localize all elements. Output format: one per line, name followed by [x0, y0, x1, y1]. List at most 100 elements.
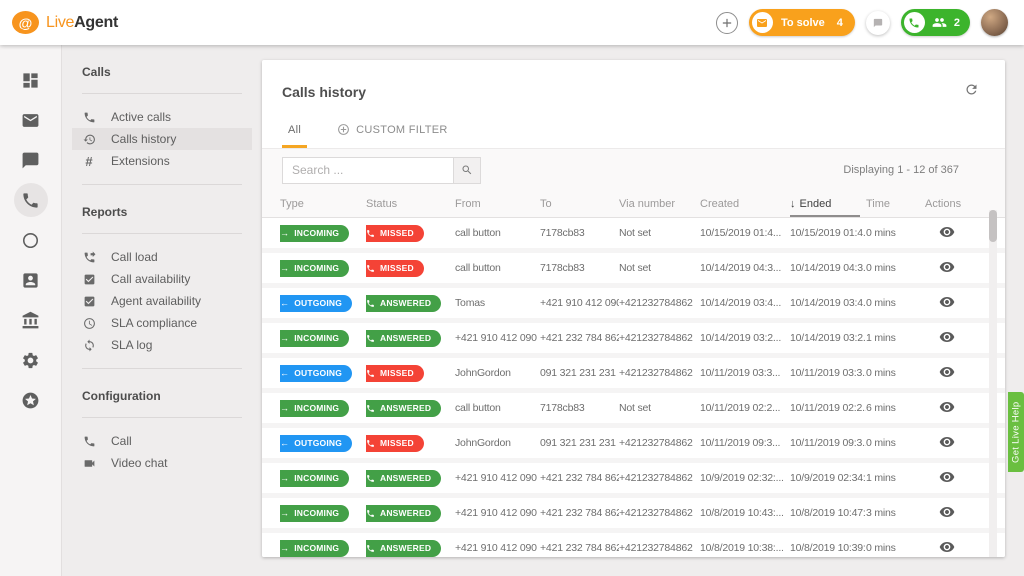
- column-to[interactable]: To: [540, 198, 619, 210]
- to-cell: 7178cb83: [540, 402, 585, 414]
- get-live-help-button[interactable]: Get Live Help: [1008, 392, 1024, 472]
- table-scrollbar[interactable]: [989, 210, 997, 557]
- rail-calls-icon[interactable]: [13, 183, 48, 217]
- to-cell: +421 232 784 862: [540, 542, 619, 554]
- call-type-badge: ← OUTGOING: [280, 294, 353, 312]
- nav-item-call-availability[interactable]: Call availability: [72, 268, 252, 290]
- search-input[interactable]: [282, 156, 454, 184]
- time-cell: 0 mins: [866, 367, 896, 379]
- nav-item-call-load[interactable]: Call load: [72, 246, 252, 268]
- nav-item-sla-log[interactable]: SLA log: [72, 334, 252, 356]
- nav-item-sla-compliance[interactable]: SLA compliance: [72, 312, 252, 334]
- view-call-icon[interactable]: [939, 399, 955, 415]
- table-row[interactable]: → INCOMING ANSWERED +421 910 412 090 +421 23…: [262, 463, 1005, 493]
- checkbox-icon: [82, 273, 96, 286]
- time-cell: 0 mins: [866, 227, 896, 239]
- from-cell: call button: [455, 402, 501, 414]
- to-cell: +421 910 412 090: [540, 297, 619, 309]
- rail-settings-icon[interactable]: [14, 343, 48, 377]
- divider: [82, 368, 242, 369]
- refresh-icon[interactable]: [964, 82, 979, 102]
- type-cell: ← OUTGOING: [280, 294, 366, 312]
- table-row[interactable]: → INCOMING ANSWERED +421 910 412 090 +421 23…: [262, 533, 1005, 557]
- tab-all[interactable]: All: [282, 115, 308, 148]
- from-cell: +421 910 412 090: [455, 542, 537, 554]
- nav-item-extensions[interactable]: # Extensions: [72, 150, 252, 172]
- view-call-icon[interactable]: [939, 259, 955, 275]
- view-call-icon[interactable]: [939, 469, 955, 485]
- logo-text: LiveAgent: [46, 13, 118, 31]
- rail-badges-icon[interactable]: [14, 383, 48, 417]
- type-cell: → INCOMING: [280, 399, 366, 417]
- view-call-icon[interactable]: [939, 504, 955, 520]
- rail-contacts-icon[interactable]: [14, 263, 48, 297]
- call-type-badge: → INCOMING: [280, 539, 350, 557]
- liveagent-logo[interactable]: @ LiveAgent: [12, 11, 118, 34]
- via-cell: +421232784862: [619, 367, 693, 379]
- outgoing-arrow-icon: ←: [280, 297, 290, 308]
- column-time[interactable]: Time: [866, 198, 925, 210]
- nav-item-call-config[interactable]: Call: [72, 430, 252, 452]
- to-solve-count: 4: [836, 16, 843, 29]
- ended-cell: 10/14/2019 03:2...: [790, 332, 866, 344]
- incoming-arrow-icon: →: [280, 472, 290, 483]
- table-row[interactable]: ← OUTGOING MISSED JohnGordon 091 321 231 231…: [262, 358, 1005, 388]
- view-call-icon[interactable]: [939, 224, 955, 240]
- side-navigation: Calls Active calls Calls history # Exten…: [62, 45, 262, 576]
- tab-custom-filter[interactable]: CUSTOM FILTER: [331, 115, 454, 148]
- table-row[interactable]: → INCOMING MISSED call button 7178cb83 Not se…: [262, 218, 1005, 248]
- to-solve-button[interactable]: To solve 4: [748, 9, 855, 36]
- created-cell: 10/11/2019 03:3...: [700, 367, 781, 379]
- rail-academy-icon[interactable]: [14, 303, 48, 337]
- add-button[interactable]: [715, 11, 738, 34]
- table-body: → INCOMING MISSED call button 7178cb83 Not se…: [262, 218, 1005, 557]
- table-row[interactable]: ← OUTGOING ANSWERED Tomas +421 910 412 090 +4…: [262, 288, 1005, 318]
- nav-item-calls-history[interactable]: Calls history: [72, 128, 252, 150]
- column-created[interactable]: Created: [700, 198, 790, 210]
- time-cell: 0 mins: [866, 262, 896, 274]
- chat-status-button[interactable]: [865, 10, 890, 35]
- rail-online-visitors-icon[interactable]: [14, 223, 48, 257]
- table-row[interactable]: ← OUTGOING MISSED JohnGordon 091 321 231 231…: [262, 428, 1005, 458]
- view-call-icon[interactable]: [939, 329, 955, 345]
- created-cell: 10/8/2019 10:43:...: [700, 507, 784, 519]
- divider: [82, 233, 242, 234]
- table-row[interactable]: → INCOMING ANSWERED +421 910 412 090 +421 23…: [262, 498, 1005, 528]
- main-area: Calls history All CUSTOM FILTER Search .…: [262, 45, 1024, 576]
- avatar[interactable]: [981, 9, 1008, 36]
- rail-dashboard-icon[interactable]: [14, 63, 48, 97]
- to-cell: +421 232 784 862: [540, 472, 619, 484]
- column-actions[interactable]: Actions: [925, 198, 1005, 210]
- column-via-number[interactable]: Via number: [619, 198, 700, 210]
- rail-chats-icon[interactable]: [14, 143, 48, 177]
- status-cell: ANSWERED: [366, 294, 455, 312]
- view-call-icon[interactable]: [939, 539, 955, 555]
- ended-cell: 10/11/2019 03:3...: [790, 367, 866, 379]
- content: Calls Active calls Calls history # Exten…: [0, 45, 1024, 576]
- view-call-icon[interactable]: [939, 364, 955, 380]
- view-call-icon[interactable]: [939, 294, 955, 310]
- created-cell: 10/14/2019 03:4...: [700, 297, 782, 309]
- divider: [82, 184, 242, 185]
- search-button[interactable]: [454, 156, 481, 184]
- table-row[interactable]: → INCOMING ANSWERED call button 7178cb83 Not …: [262, 393, 1005, 423]
- column-from[interactable]: From: [455, 198, 540, 210]
- calls-online-button[interactable]: 2: [900, 9, 970, 36]
- view-call-icon[interactable]: [939, 434, 955, 450]
- nav-section-calls: Calls: [82, 65, 111, 79]
- call-type-badge: → INCOMING: [280, 399, 350, 417]
- table-row[interactable]: → INCOMING MISSED call button 7178cb83 Not se…: [262, 253, 1005, 283]
- table-row[interactable]: → INCOMING ANSWERED +421 910 412 090 +421 23…: [262, 323, 1005, 353]
- column-status[interactable]: Status: [366, 198, 455, 210]
- nav-item-video-chat[interactable]: Video chat: [72, 452, 252, 474]
- status-cell: ANSWERED: [366, 329, 455, 347]
- phone-icon: [367, 369, 374, 377]
- nav-item-active-calls[interactable]: Active calls: [72, 106, 252, 128]
- scrollbar-thumb[interactable]: [989, 210, 997, 242]
- time-cell: 0 mins: [866, 437, 896, 449]
- column-type[interactable]: Type: [280, 198, 366, 210]
- sort-underline: [790, 215, 860, 217]
- column-ended[interactable]: ↓ Ended: [790, 191, 866, 217]
- nav-item-agent-availability[interactable]: Agent availability: [72, 290, 252, 312]
- rail-tickets-icon[interactable]: [14, 103, 48, 137]
